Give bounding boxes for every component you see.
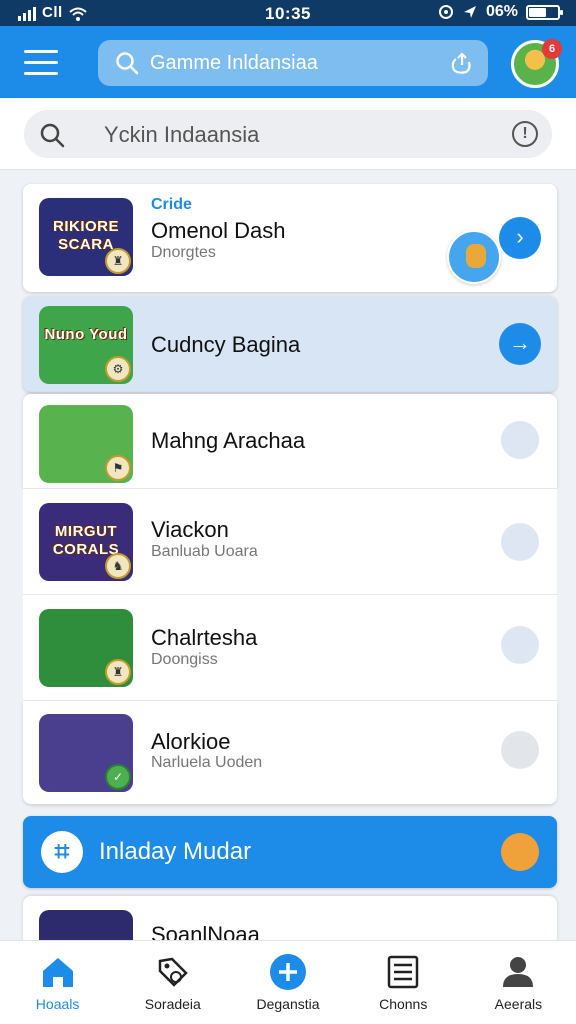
add-icon [270, 954, 306, 990]
game-thumbnail: Nuno Youd ⚙ [39, 306, 133, 384]
item-title: Alorkioe [151, 729, 231, 754]
info-icon[interactable]: ! [512, 121, 538, 147]
badge-icon: ⚑ [105, 455, 131, 481]
game-thumbnail: ✓ [39, 714, 133, 792]
location-icon [463, 6, 476, 18]
nav-profile[interactable]: Aeerals [461, 941, 576, 1024]
nav-home[interactable]: Hoaals [0, 941, 115, 1024]
item-subtitle: Banluab Uoara [151, 543, 258, 560]
badge-icon: ♜ [105, 248, 131, 274]
action-banner[interactable]: ⌗ Inladay Mudar [23, 816, 557, 888]
nav-list[interactable]: Chonns [346, 941, 461, 1024]
arrow-right-icon[interactable]: → [499, 323, 541, 365]
nav-tags[interactable]: Soradeia [115, 941, 230, 1024]
banner-label: Inladay Mudar [99, 838, 252, 865]
app-search-bar[interactable]: Gamme Inldansiaa [98, 40, 488, 86]
nav-label: Aeerals [494, 996, 543, 1012]
item-title: Cudncy Bagina [151, 332, 301, 357]
list-item[interactable]: MIRGUT CORALS ♞ Viackon Banluab Uoara [23, 489, 557, 595]
item-title: Chalrtesha [151, 625, 258, 650]
badge-icon: ⚙ [105, 356, 131, 382]
list-item[interactable]: ♜ Chalrtesha Doongiss [23, 595, 557, 701]
game-thumbnail: ⚑ [39, 405, 133, 483]
game-thumbnail: RIKIORE SCARA ♜ [39, 198, 133, 276]
mascot-icon [447, 230, 501, 284]
notification-badge: 6 [542, 39, 562, 59]
item-subtitle: Narluela Uoden [151, 754, 263, 771]
home-icon [42, 958, 73, 987]
app-search-text: Gamme Inldansiaa [150, 52, 318, 74]
tag-icon [158, 957, 188, 987]
select-circle[interactable] [501, 626, 539, 664]
list-item[interactable]: RIKIORE SCARA ♜ Cride Omenol Dash Dnorgt… [23, 184, 557, 292]
select-circle[interactable] [501, 421, 539, 459]
status-bar: Cll 10:35 06% [0, 0, 576, 26]
list-icon [387, 955, 419, 989]
check-icon: ✓ [105, 764, 131, 790]
badge-icon: ♜ [105, 659, 131, 685]
app-bar: Gamme Inldansiaa 6 [0, 26, 576, 98]
list-item-highlighted[interactable]: Nuno Youd ⚙ Cudncy Bagina → [23, 296, 557, 392]
nav-label: Soradeia [144, 996, 201, 1012]
nav-add[interactable]: Deganstia [230, 941, 345, 1024]
select-circle[interactable] [501, 731, 539, 769]
battery-fill [529, 7, 546, 17]
item-title: Viackon [151, 517, 229, 542]
game-thumbnail: MIRGUT CORALS ♞ [39, 503, 133, 581]
list-item[interactable]: ⚑ Mahng Arachaa [23, 394, 557, 489]
menu-icon[interactable] [24, 50, 58, 76]
battery-icon [526, 4, 563, 20]
battery-percent: 06% [485, 3, 518, 20]
badge-icon: ♞ [105, 553, 131, 579]
header: Cll 10:35 06% Gamme Inldansiaa 6 [0, 0, 576, 98]
game-thumbnail: ♜ [39, 609, 133, 687]
nav-label: Deganstia [256, 996, 320, 1012]
item-tag: Cride [151, 196, 192, 213]
item-title: Mahng Arachaa [151, 428, 306, 453]
item-subtitle: Doongiss [151, 651, 218, 668]
profile-icon [503, 957, 534, 987]
status-right: 06% [438, 3, 563, 21]
item-subtitle: Dnorgtes [151, 244, 216, 261]
nav-label: Hoaals [35, 996, 80, 1012]
select-circle[interactable] [501, 523, 539, 561]
search-input[interactable]: Yckin Indaansia ! [24, 110, 552, 158]
share-icon[interactable] [448, 50, 474, 76]
list-item[interactable]: ✓ Alorkioe Narluela Uoden [23, 701, 557, 804]
alarm-icon [438, 5, 453, 19]
status-dot [501, 833, 539, 871]
hash-icon: ⌗ [41, 831, 83, 873]
search-area: Yckin Indaansia ! [0, 98, 576, 170]
bottom-nav: Hoaals Soradeia Deganstia Chonns Aeerals [0, 940, 576, 1024]
search-text: Yckin Indaansia [104, 122, 260, 147]
search-icon [116, 52, 139, 75]
avatar[interactable]: 6 [511, 39, 562, 88]
search-icon [40, 123, 65, 148]
chevron-right-icon[interactable]: › [499, 217, 541, 259]
nav-label: Chonns [379, 996, 428, 1012]
item-title: Omenol Dash [151, 218, 286, 243]
